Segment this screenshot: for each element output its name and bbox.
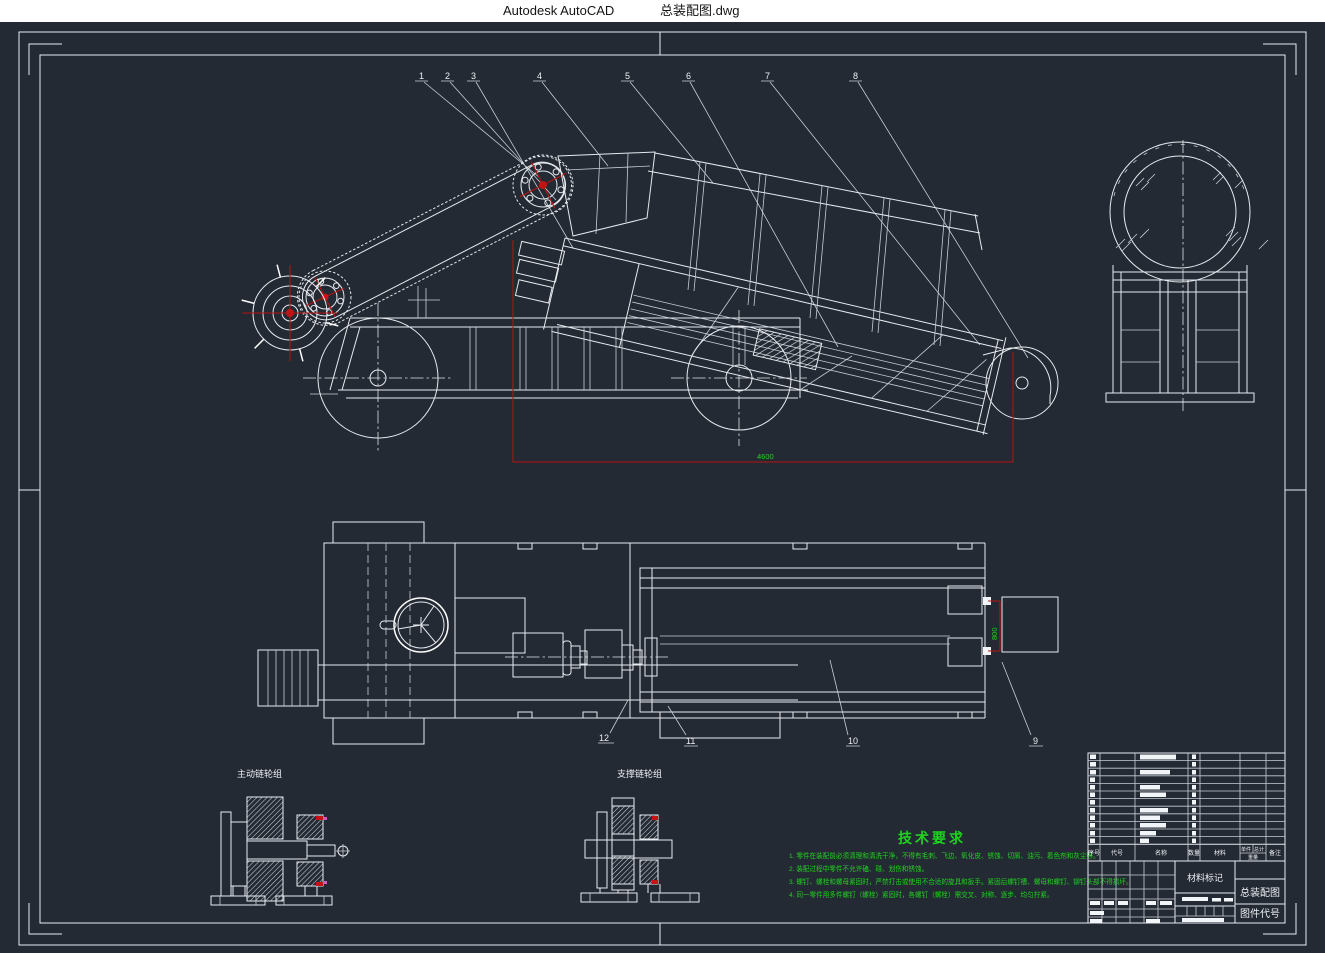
balloon-9: 9 <box>1033 736 1038 746</box>
title-block: 材料标记 总装配图 图件代号 <box>1088 861 1285 923</box>
detail-support-sprocket: 支撑链轮组 <box>581 768 699 902</box>
bom-header-weight: 重量 <box>1248 854 1258 861</box>
balloon-2: 2 <box>445 71 450 81</box>
document-tab[interactable]: 总装配图.dwg <box>660 0 739 22</box>
bom-header-seq: 序号 <box>1088 849 1100 857</box>
bom-header-remark: 备注 <box>1269 849 1281 857</box>
balloon-5: 5 <box>625 71 630 81</box>
drive-detail-label: 主动链轮组 <box>237 768 282 779</box>
balloon-3: 3 <box>471 71 476 81</box>
balloon-7: 7 <box>765 71 770 81</box>
width-dimension: 800 <box>990 627 999 640</box>
plan-conveyor-frame <box>640 568 1058 738</box>
plan-main-body <box>324 522 985 744</box>
window-titlebar: Autodesk AutoCAD 总装配图.dwg <box>0 0 1325 22</box>
plan-ribbed-roller <box>258 650 318 706</box>
balloon-8: 8 <box>853 71 858 81</box>
balloon-10: 10 <box>848 736 858 746</box>
material-mark-label: 材料标记 <box>1187 872 1223 883</box>
title-block-blobs <box>1090 897 1233 923</box>
balloon-1: 1 <box>419 71 424 81</box>
side-view: 1 2 3 4 5 6 7 8 <box>242 71 1058 462</box>
plan-view: 800 12 11 10 9 <box>258 522 1058 746</box>
tech-req-line-1: 1. 零件在装配前必须清理和清洗干净，不得有毛刺、飞边、氧化皮、锈蚀、切屑、油污… <box>789 851 1100 860</box>
end-view-stand <box>1106 265 1254 402</box>
balloon-numbers-top: 1 2 3 4 5 6 7 8 <box>415 71 862 81</box>
railing <box>648 153 982 346</box>
plan-gearbox-motor <box>318 598 798 700</box>
autocad-window: { "titlebar": { "app": "Autodesk AutoCAD… <box>0 0 1325 953</box>
end-view <box>1106 140 1268 412</box>
balloon-6: 6 <box>686 71 691 81</box>
drive-housing <box>510 241 565 304</box>
tech-req-title: 技术要求 <box>898 830 966 846</box>
detail-drive-sprocket: 主动链轮组 <box>211 768 350 905</box>
balloon-numbers-plan: 12 11 10 9 <box>598 660 1043 746</box>
balloon-4: 4 <box>537 71 542 81</box>
length-dimension: 4600 <box>757 452 774 461</box>
bom-header-unit: 单件 <box>1241 846 1251 853</box>
technical-requirements: 技术要求 1. 零件在装配前必须清理和清洗干净，不得有毛刺、飞边、氧化皮、锈蚀、… <box>789 830 1133 899</box>
bom-header-material: 材料 <box>1214 849 1226 857</box>
crank-handwheel <box>242 265 339 362</box>
bom-header-qty: 数量 <box>1188 849 1200 857</box>
app-title: Autodesk AutoCAD <box>503 0 614 22</box>
tech-req-line-2: 2. 装配过程中零件不允许磕、碰、划伤和锈蚀。 <box>789 864 928 873</box>
bom-header-code: 代号 <box>1111 849 1123 857</box>
support-detail-label: 支撑链轮组 <box>617 768 662 779</box>
sheet-frame <box>19 32 1306 945</box>
bom-header-name: 名称 <box>1155 849 1167 857</box>
balloon-11: 11 <box>686 736 695 746</box>
balloon-12: 12 <box>599 733 609 743</box>
plan-red-dimension <box>988 601 1000 651</box>
bom-header-total: 总计 <box>1254 846 1264 853</box>
bom-headers: 序号 代号 名称 数量 材料 单件 总计 重量 备注 <box>1088 846 1281 861</box>
drawing-canvas: 1 2 3 4 5 6 7 8 <box>0 22 1325 953</box>
tech-req-line-3: 3. 螺钉、螺栓和螺母紧固时，严禁打击或使用不合适的旋具和扳手。紧固后螺钉槽、螺… <box>789 877 1133 886</box>
plan-handwheel <box>380 598 448 652</box>
tech-req-line-4: 4. 同一零件用多件螺钉（螺栓）紧固时，各螺钉（螺栓）需交叉、对称、逐步、均匀拧… <box>789 890 1054 899</box>
ring-hatch <box>1116 172 1268 251</box>
upper-sprocket <box>513 155 573 215</box>
drawing-title: 总装配图 <box>1240 886 1280 899</box>
bom-table: 序号 代号 名称 数量 材料 单件 总计 重量 备注 <box>1088 753 1285 861</box>
part-code-label: 图件代号 <box>1240 908 1280 920</box>
trough-body <box>543 234 1010 435</box>
